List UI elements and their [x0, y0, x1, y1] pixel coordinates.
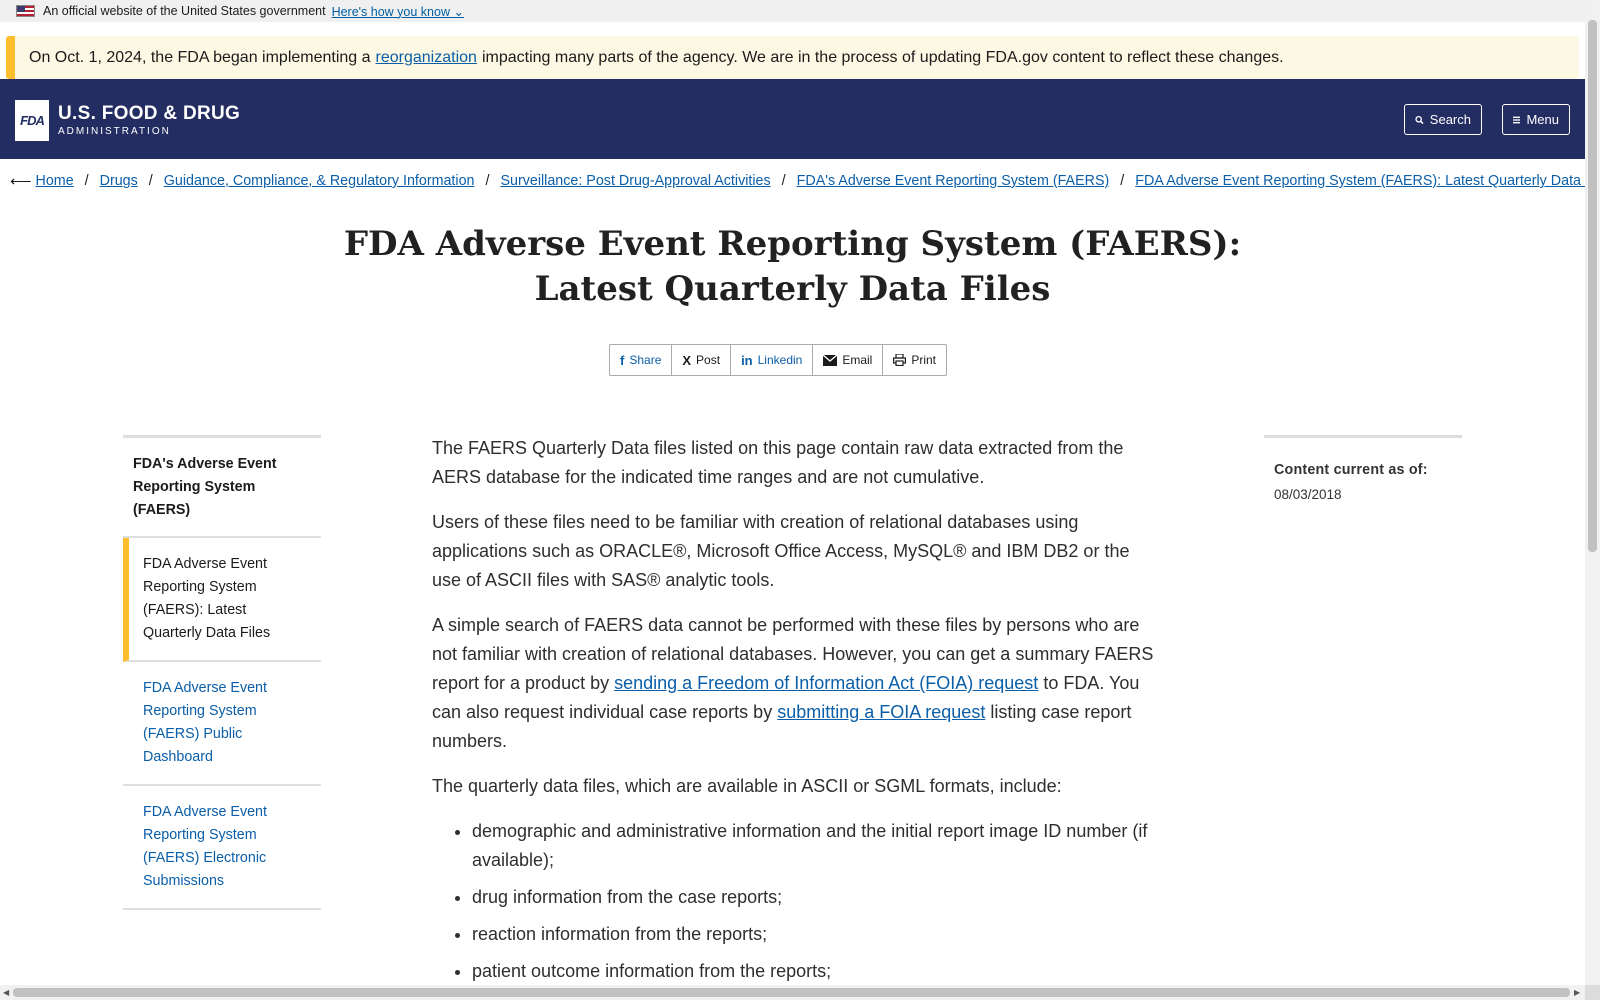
page-title: FDA Adverse Event Reporting System (FAER…	[300, 222, 1285, 312]
menu-button[interactable]: Menu	[1502, 104, 1570, 135]
search-button[interactable]: Search	[1404, 104, 1482, 135]
list-item: patient outcome information from the rep…	[472, 957, 1157, 986]
share-email-button[interactable]: Email	[813, 345, 884, 375]
submit-foia-request-link[interactable]: submitting a FOIA request	[777, 702, 985, 722]
breadcrumb-drugs[interactable]: Drugs	[100, 173, 138, 189]
share-print-button[interactable]: Print	[883, 345, 946, 375]
fda-logo[interactable]: FDA U.S. FOOD & DRUG ADMINISTRATION	[15, 100, 240, 141]
sidenav-item-electronic-submissions[interactable]: FDA Adverse Event Reporting System (FAER…	[123, 786, 321, 910]
share-x-button[interactable]: X Post	[672, 345, 732, 375]
x-icon: X	[682, 352, 692, 368]
list-item: reaction information from the reports;	[472, 920, 1157, 949]
breadcrumb-home[interactable]: Home	[36, 173, 74, 189]
reorganization-alert: On Oct. 1, 2024, the FDA began implement…	[6, 36, 1579, 79]
sidenav-heading[interactable]: FDA's Adverse Event Reporting System (FA…	[123, 438, 321, 538]
gov-banner: An official website of the United States…	[0, 0, 1585, 22]
sidenav-item-latest-quarterly[interactable]: FDA Adverse Event Reporting System (FAER…	[123, 538, 321, 662]
menu-button-label: Menu	[1526, 112, 1559, 127]
breadcrumb-guidance[interactable]: Guidance, Compliance, & Regulatory Infor…	[164, 173, 475, 189]
users-paragraph: Users of these files need to be familiar…	[432, 512, 1130, 590]
heres-how-you-know-link[interactable]: Here's how you know ⌄	[332, 4, 464, 19]
content-current-label: Content current as of:	[1274, 462, 1428, 478]
linkedin-label: Linkedin	[757, 353, 803, 367]
search-icon	[1415, 115, 1424, 124]
search-button-label: Search	[1429, 112, 1471, 127]
foia-request-link[interactable]: sending a Freedom of Information Act (FO…	[614, 673, 1038, 693]
scroll-left-icon[interactable]: ◀	[3, 988, 9, 997]
list-item: drug information from the case reports;	[472, 883, 1157, 912]
search-paragraph: A simple search of FAERS data cannot be …	[432, 615, 1154, 751]
scrollbar-corner	[1585, 985, 1600, 1000]
chevron-down-icon: ⌄	[453, 4, 464, 19]
linkedin-icon: in	[741, 352, 753, 368]
gov-banner-text: An official website of the United States…	[43, 4, 326, 18]
data-files-list: demographic and administrative informati…	[472, 817, 1157, 986]
back-arrow-icon: ⟵	[10, 173, 32, 190]
scroll-right-icon[interactable]: ▶	[1574, 988, 1580, 997]
horizontal-scrollbar[interactable]: ◀ ▶	[0, 985, 1585, 1000]
formats-paragraph: The quarterly data files, which are avai…	[432, 776, 1062, 796]
page-title-line2: Latest Quarterly Data Files	[534, 269, 1051, 309]
facebook-icon: f	[620, 352, 625, 368]
content-date-box: Content current as of: 08/03/2018	[1264, 435, 1462, 526]
horizontal-scroll-thumb[interactable]	[13, 988, 1570, 997]
share-label: Share	[629, 353, 662, 367]
envelope-icon	[823, 354, 838, 366]
logo-title: U.S. FOOD & DRUG	[58, 103, 241, 124]
main-content: The FAERS Quarterly Data files listed on…	[432, 434, 1157, 994]
breadcrumb-faers[interactable]: FDA's Adverse Event Reporting System (FA…	[797, 173, 1110, 189]
vertical-scroll-thumb[interactable]	[1588, 20, 1597, 552]
sidenav-item-public-dashboard[interactable]: FDA Adverse Event Reporting System (FAER…	[123, 662, 321, 786]
vertical-scrollbar[interactable]	[1585, 0, 1600, 985]
breadcrumb-current[interactable]: FDA Adverse Event Reporting System (FAER…	[1135, 173, 1600, 189]
breadcrumb-surveillance[interactable]: Surveillance: Post Drug-Approval Activit…	[500, 173, 770, 189]
hamburger-icon	[1513, 116, 1521, 123]
reorganization-link[interactable]: reorganization	[376, 49, 477, 67]
logo-subtitle: ADMINISTRATION	[58, 126, 171, 137]
page-title-line1: FDA Adverse Event Reporting System (FAER…	[343, 224, 1242, 264]
site-header: FDA U.S. FOOD & DRUG ADMINISTRATION Sear…	[0, 79, 1585, 159]
share-bar: f Share X Post in Linkedin Email Print	[609, 344, 948, 376]
post-label: Post	[696, 353, 721, 367]
share-facebook-button[interactable]: f Share	[610, 345, 673, 375]
content-current-date: 08/03/2018	[1274, 487, 1342, 502]
alert-text-before: On Oct. 1, 2024, the FDA began implement…	[29, 48, 371, 66]
intro-paragraph: The FAERS Quarterly Data files listed on…	[432, 438, 1124, 487]
alert-text-after: impacting many parts of the agency. We a…	[481, 48, 1284, 66]
breadcrumb: ⟵ Home / Drugs / Guidance, Compliance, & R…	[10, 172, 1600, 190]
list-item: demographic and administrative informati…	[472, 817, 1157, 875]
printer-icon	[893, 354, 907, 366]
side-navigation: FDA's Adverse Event Reporting System (FA…	[123, 435, 321, 910]
email-label: Email	[842, 353, 873, 367]
print-label: Print	[911, 353, 937, 367]
fda-logo-mark: FDA	[15, 100, 49, 141]
us-flag-icon	[16, 5, 35, 17]
share-linkedin-button[interactable]: in Linkedin	[731, 345, 814, 375]
